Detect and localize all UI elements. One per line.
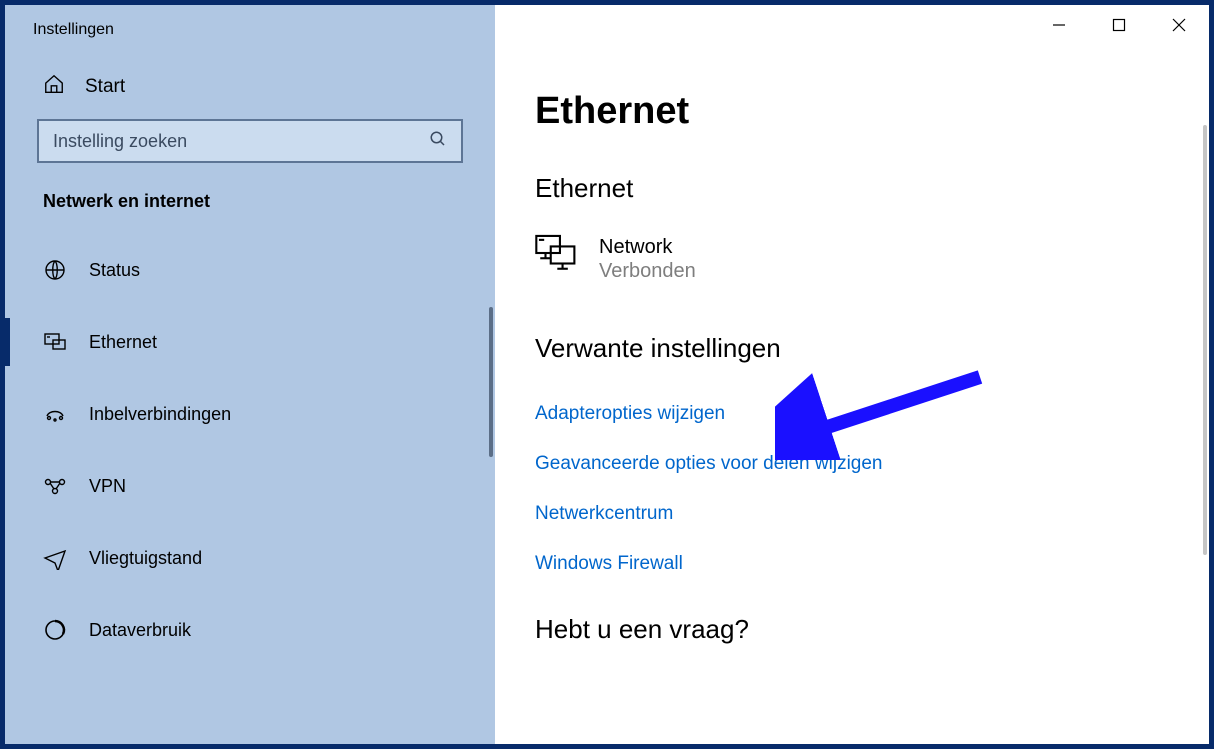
category-heading: Netwerk en internet — [5, 191, 495, 234]
window-controls — [1029, 5, 1209, 45]
search-input[interactable] — [53, 131, 429, 152]
close-button[interactable] — [1149, 5, 1209, 45]
network-item[interactable]: Network Verbonden — [535, 229, 1169, 323]
window-title: Instellingen — [5, 5, 495, 55]
network-name: Network — [599, 234, 696, 260]
sidebar-item-label: VPN — [89, 476, 126, 497]
globe-icon — [43, 258, 67, 282]
sidebar-item-label: Status — [89, 260, 140, 281]
sidebar-item-label: Ethernet — [89, 332, 157, 353]
link-adapter-options[interactable]: Adapteropties wijzigen — [535, 389, 1169, 439]
ethernet-icon — [43, 330, 67, 354]
link-advanced-sharing[interactable]: Geavanceerde opties voor delen wijzigen — [535, 439, 1169, 489]
sidebar-item-label: Dataverbruik — [89, 620, 191, 641]
maximize-button[interactable] — [1089, 5, 1149, 45]
link-windows-firewall[interactable]: Windows Firewall — [535, 539, 1169, 589]
datausage-icon — [43, 618, 67, 642]
question-heading: Hebt u een vraag? — [535, 589, 1169, 645]
minimize-button[interactable] — [1029, 5, 1089, 45]
sidebar-item-ethernet[interactable]: Ethernet — [5, 306, 495, 378]
sidebar-item-airplane[interactable]: Vliegtuigstand — [5, 522, 495, 594]
vpn-icon — [43, 474, 67, 498]
settings-window: Instellingen Start Netwerk en internet S… — [5, 5, 1209, 744]
sidebar-scrollbar[interactable] — [489, 307, 493, 457]
sidebar: Instellingen Start Netwerk en internet S… — [5, 5, 495, 744]
home-icon — [43, 73, 65, 101]
content-scrollbar[interactable] — [1203, 125, 1207, 555]
sidebar-item-label: Inbelverbindingen — [89, 404, 231, 425]
content-pane: Ethernet Ethernet Network Verbonden Verw… — [495, 5, 1209, 744]
home-button[interactable]: Start — [5, 55, 495, 119]
network-status: Verbonden — [599, 260, 696, 283]
sidebar-item-status[interactable]: Status — [5, 234, 495, 306]
monitor-icon — [535, 234, 577, 277]
link-network-center[interactable]: Netwerkcentrum — [535, 489, 1169, 539]
related-heading: Verwante instellingen — [535, 323, 1169, 389]
dialup-icon — [43, 402, 67, 426]
search-icon — [429, 130, 447, 153]
airplane-icon — [43, 546, 67, 570]
section-heading: Ethernet — [535, 163, 1169, 229]
sidebar-item-datausage[interactable]: Dataverbruik — [5, 594, 495, 666]
sidebar-item-label: Vliegtuigstand — [89, 548, 202, 569]
sidebar-item-vpn[interactable]: VPN — [5, 450, 495, 522]
sidebar-item-dialup[interactable]: Inbelverbindingen — [5, 378, 495, 450]
search-box[interactable] — [37, 119, 463, 163]
home-label: Start — [85, 76, 125, 98]
